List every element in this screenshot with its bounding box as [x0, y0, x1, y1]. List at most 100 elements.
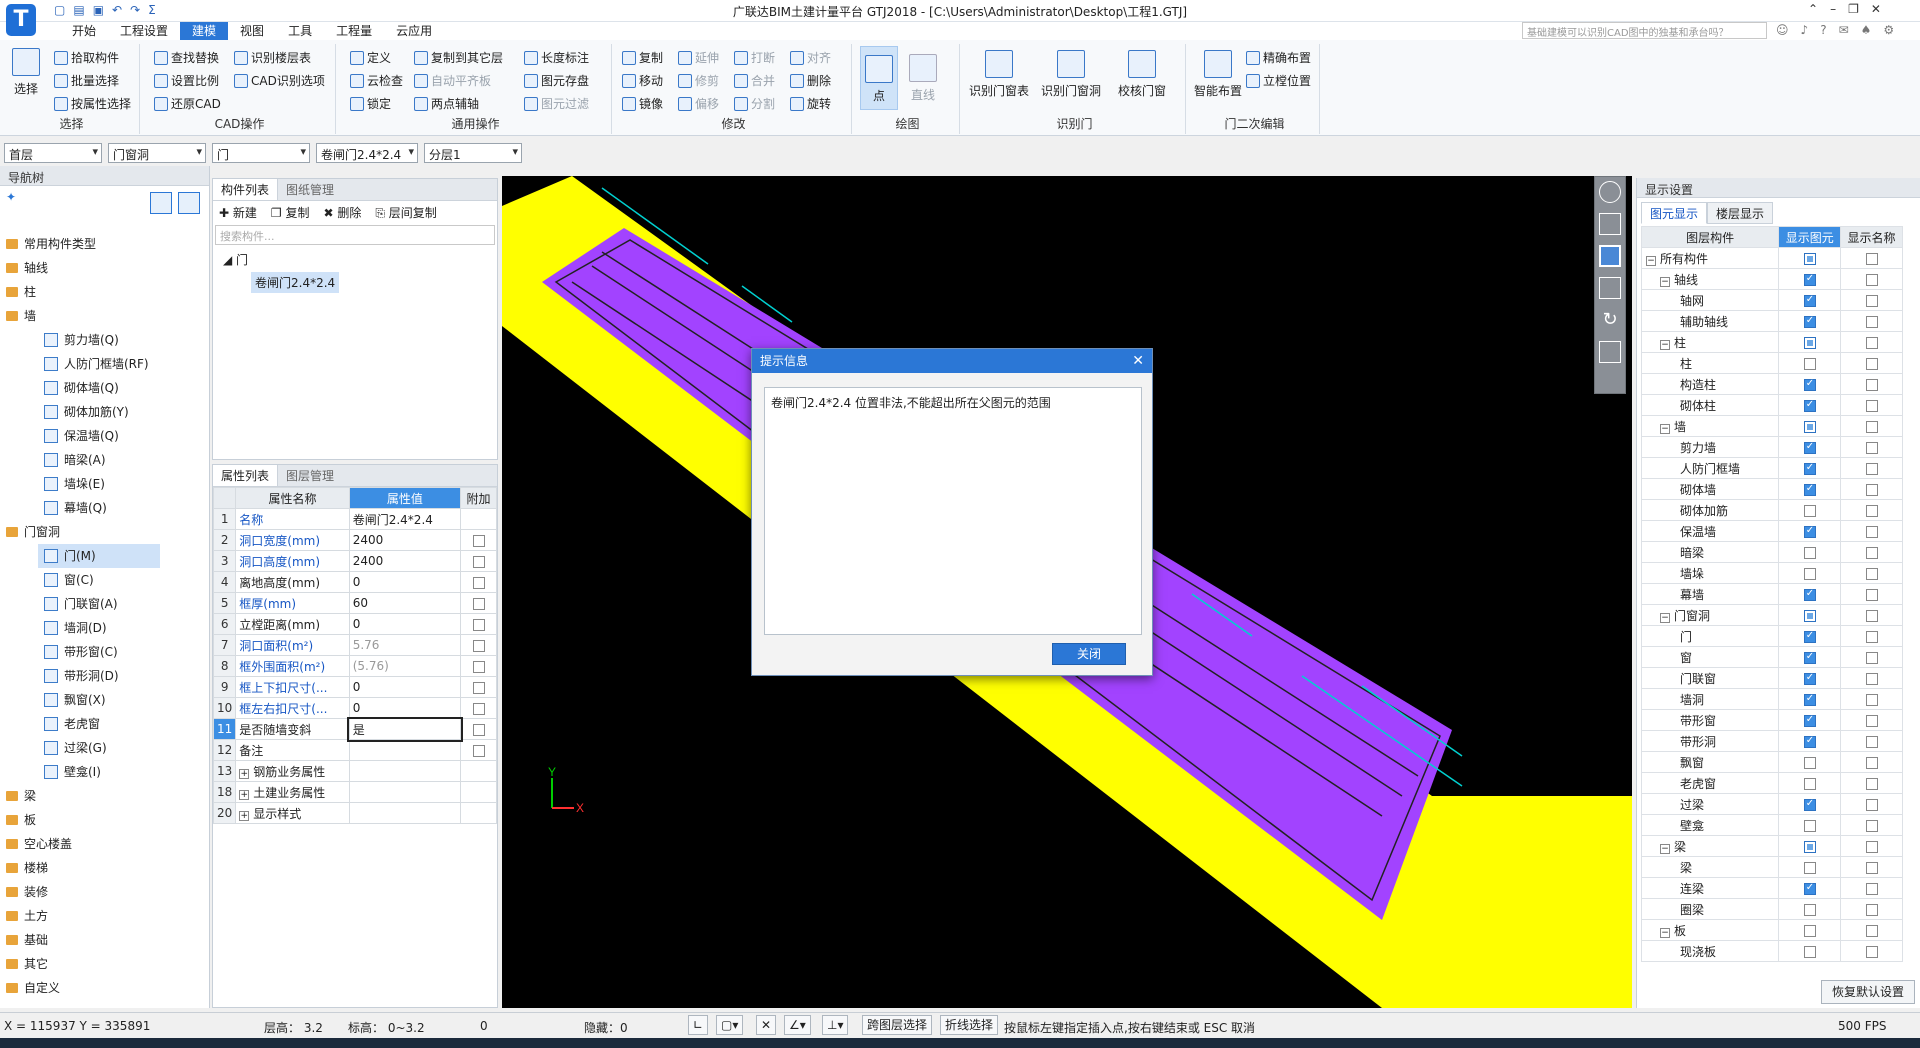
nav-item-21[interactable]: 过梁(G)	[0, 736, 210, 760]
grid-view-icon[interactable]	[178, 192, 200, 214]
show-element-checkbox[interactable]	[1803, 441, 1816, 454]
top-view-icon[interactable]	[1599, 245, 1621, 267]
tab-element-display[interactable]: 图元显示	[1641, 202, 1708, 224]
bell-icon[interactable]: ♪	[1801, 23, 1809, 37]
nav-item-2[interactable]: 柱	[0, 280, 210, 304]
cancel-snap-icon[interactable]: ✕	[756, 1015, 777, 1035]
property-row[interactable]: 1 名称 卷闸门2.4*2.4	[212, 508, 497, 530]
modify-item-5[interactable]: 修剪	[678, 71, 719, 91]
collapse-icon[interactable]: −	[1660, 843, 1670, 854]
show-name-checkbox[interactable]	[1865, 630, 1878, 643]
collapse-icon[interactable]: −	[1646, 255, 1656, 266]
extra-checkbox[interactable]	[472, 723, 485, 736]
settings-icon[interactable]: ⚙	[1883, 23, 1894, 37]
component-search-input[interactable]: 搜索构件...	[215, 225, 495, 245]
chat-icon[interactable]: ✉	[1839, 23, 1849, 37]
group-label-select[interactable]: 选择	[4, 115, 139, 132]
show-element-checkbox[interactable]	[1803, 420, 1816, 433]
property-row[interactable]: 5 框厚(mm) 60	[212, 592, 497, 614]
menu-tab-3[interactable]: 视图	[228, 22, 276, 40]
nav-item-17[interactable]: 带形窗(C)	[0, 640, 210, 664]
show-name-checkbox[interactable]	[1865, 756, 1878, 769]
property-value[interactable]: (5.76)	[348, 655, 462, 677]
show-element-checkbox[interactable]	[1803, 357, 1816, 370]
nav-item-13[interactable]: 门(M)	[38, 544, 160, 568]
show-name-checkbox[interactable]	[1865, 567, 1878, 580]
delete-component-button[interactable]: ✖ 删除	[323, 204, 361, 221]
menu-tab-4[interactable]: 工具	[276, 22, 324, 40]
show-element-checkbox[interactable]	[1803, 630, 1816, 643]
property-row[interactable]: 3 洞口高度(mm) 2400	[212, 550, 497, 572]
tab-floor-display[interactable]: 楼层显示	[1707, 202, 1774, 224]
nav-item-14[interactable]: 窗(C)	[0, 568, 210, 592]
property-value[interactable]: 卷闸门2.4*2.4	[348, 508, 462, 530]
dialog-close-icon[interactable]: ✕	[1132, 349, 1144, 373]
show-element-checkbox[interactable]	[1803, 399, 1816, 412]
show-name-checkbox[interactable]	[1865, 945, 1878, 958]
property-value[interactable]: 是	[347, 716, 463, 742]
modify-item-8[interactable]: 镜像	[622, 94, 663, 114]
show-element-checkbox[interactable]	[1803, 252, 1816, 265]
modify-item-7[interactable]: 删除	[790, 71, 831, 91]
3d-view-icon[interactable]	[1599, 277, 1621, 299]
batch-select-button[interactable]: 批量选择	[54, 71, 119, 91]
expand-icon[interactable]: +	[239, 789, 250, 800]
property-row[interactable]: 10 框左右扣尺寸(... 0	[212, 697, 497, 719]
nav-item-28[interactable]: 土方	[0, 904, 210, 928]
show-element-checkbox[interactable]	[1803, 273, 1816, 286]
show-name-checkbox[interactable]	[1865, 546, 1878, 559]
show-element-checkbox[interactable]	[1803, 924, 1816, 937]
property-row[interactable]: 9 框上下扣尺寸(... 0	[212, 676, 497, 698]
collapse-icon[interactable]: −	[1660, 423, 1670, 434]
collapse-icon[interactable]: −	[1660, 927, 1670, 938]
length-dimension-button[interactable]: 长度标注	[524, 48, 589, 68]
property-value[interactable]	[348, 781, 462, 803]
frame-position-button[interactable]: 立樘位置	[1246, 71, 1311, 91]
precise-layout-button[interactable]: 精确布置	[1246, 48, 1311, 68]
lock-button[interactable]: 锁定	[350, 94, 391, 114]
expand-icon[interactable]: +	[239, 768, 250, 779]
smart-layout-button[interactable]: 智能布置	[1192, 50, 1244, 99]
modify-item-0[interactable]: 复制	[622, 48, 663, 68]
show-name-checkbox[interactable]	[1865, 924, 1878, 937]
show-element-checkbox[interactable]	[1803, 777, 1816, 790]
nav-item-18[interactable]: 带形洞(D)	[0, 664, 210, 688]
property-row[interactable]: 4 离地高度(mm) 0	[212, 571, 497, 593]
show-name-checkbox[interactable]	[1865, 819, 1878, 832]
recognize-door-table-button[interactable]: 识别门窗表	[966, 50, 1032, 99]
show-element-checkbox[interactable]	[1803, 651, 1816, 664]
define-button[interactable]: 定义	[350, 48, 391, 68]
user-icon[interactable]: ☺	[1776, 23, 1789, 37]
select-button[interactable]: 选择	[8, 48, 44, 97]
show-element-checkbox[interactable]	[1803, 903, 1816, 916]
property-value[interactable]: 0	[348, 676, 462, 698]
show-element-checkbox[interactable]	[1803, 840, 1816, 853]
show-element-checkbox[interactable]	[1803, 609, 1816, 622]
close-icon[interactable]: ✕	[1871, 2, 1881, 16]
show-element-checkbox[interactable]	[1803, 504, 1816, 517]
show-name-checkbox[interactable]	[1865, 777, 1878, 790]
element-filter-button[interactable]: 图元过滤	[524, 94, 589, 114]
extra-checkbox[interactable]	[472, 555, 485, 568]
shirt-icon[interactable]: ♠	[1861, 23, 1872, 37]
collapse-icon[interactable]: −	[1660, 276, 1670, 287]
extra-checkbox[interactable]	[472, 597, 485, 610]
copy-to-floor-button[interactable]: 复制到其它层	[414, 48, 503, 68]
property-value[interactable]	[348, 802, 462, 824]
modify-item-9[interactable]: 偏移	[678, 94, 719, 114]
property-row[interactable]: 2 洞口宽度(mm) 2400	[212, 529, 497, 551]
app-logo[interactable]: T	[6, 4, 36, 36]
recognize-floor-table-button[interactable]: 识别楼层表	[234, 48, 311, 68]
modify-item-4[interactable]: 移动	[622, 71, 663, 91]
snap-toggle-icon[interactable]: ▢▾	[716, 1015, 744, 1035]
show-element-checkbox[interactable]	[1803, 756, 1816, 769]
show-name-checkbox[interactable]	[1865, 357, 1878, 370]
show-element-checkbox[interactable]	[1803, 819, 1816, 832]
nav-item-26[interactable]: 楼梯	[0, 856, 210, 880]
collapse-icon[interactable]: −	[1660, 339, 1670, 350]
extra-checkbox[interactable]	[472, 639, 485, 652]
property-value[interactable]: 5.76	[348, 634, 462, 656]
show-name-checkbox[interactable]	[1865, 588, 1878, 601]
property-value[interactable]: 2400	[348, 529, 462, 551]
two-point-axis-button[interactable]: 两点辅轴	[414, 94, 479, 114]
